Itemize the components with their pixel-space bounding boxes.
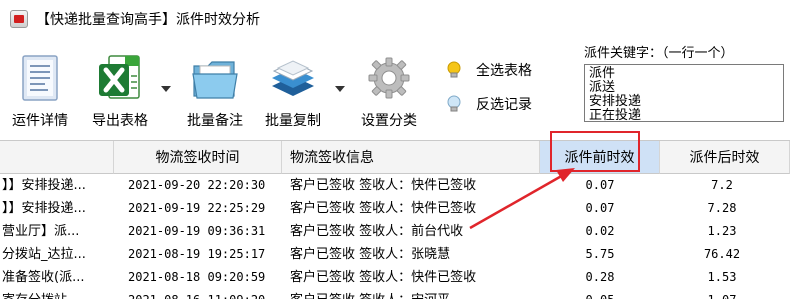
table-row[interactable]: 寄存分拨站... 2021-08-16 11:09:20 客户已签收 签收人：宋…: [0, 289, 790, 299]
cell-address: 准备签收(派...: [2, 270, 85, 285]
keyword-line: 安排投递: [589, 94, 642, 109]
batch-remark-button[interactable]: 批量备注: [180, 46, 250, 132]
batch-remark-label: 批量备注: [187, 113, 243, 129]
cell-sign-info: 客户已签收 签收人：快件已签收: [290, 201, 477, 216]
cell-post-delivery: 7.2: [711, 178, 733, 192]
table-row[interactable]: 准备签收(派... 2021-08-18 09:20:59 客户已签收 签收人：…: [0, 266, 790, 289]
lightbulb-off-icon: [447, 95, 461, 112]
cell-pre-delivery: 0.07: [585, 201, 615, 215]
folder-icon: [192, 61, 238, 99]
cell-pre-delivery: 5.75: [585, 247, 615, 261]
cell-sign-time: 2021-09-19 09:36:31: [128, 224, 266, 238]
cell-sign-info: 客户已签收 签收人：快件已签收: [290, 270, 477, 285]
set-category-button[interactable]: 设置分类: [354, 46, 424, 132]
app-icon: [10, 10, 28, 28]
set-category-label: 设置分类: [361, 113, 417, 129]
cell-post-delivery: 1.53: [707, 270, 737, 284]
cell-sign-time: 2021-09-20 22:20:30: [128, 178, 266, 192]
cell-address: 】】安排投递...: [2, 178, 86, 193]
column-header-post-delivery[interactable]: 派件后时效: [660, 141, 790, 174]
table-row[interactable]: 】】安排投递... 2021-09-19 22:25:29 客户已签收 签收人：…: [0, 197, 790, 220]
cell-post-delivery: 1.07: [660, 289, 784, 299]
copy-dropdown-caret[interactable]: [335, 86, 345, 92]
window-title: 【快递批量查询高手】派件时效分析: [36, 12, 260, 28]
keyword-textarea[interactable]: 派件 派送 安排投递 正在投递: [584, 64, 784, 122]
invert-select-button[interactable]: 反选记录: [446, 92, 532, 116]
cell-pre-delivery: 0.28: [585, 270, 615, 284]
cell-address: 】】安排投递...: [2, 201, 86, 216]
title-bar: 【快递批量查询高手】派件时效分析: [0, 0, 790, 36]
table-row[interactable]: 分拨站_达拉... 2021-08-19 19:25:17 客户已签收 签收人：…: [0, 243, 790, 266]
cell-sign-info: 客户已签收 签收人：快件已签收: [290, 178, 477, 193]
cell-sign-time: 2021-09-19 22:25:29: [128, 201, 266, 215]
results-table: 物流签收时间 物流签收信息 派件前时效 派件后时效 】】安排投递... 2021…: [0, 140, 790, 299]
cell-post-delivery: 1.23: [707, 224, 737, 238]
cell-sign-info: 客户已签收 签收人：宋河平: [290, 289, 540, 299]
cell-address: 分拨站_达拉...: [2, 247, 86, 262]
highlight-box: [550, 131, 640, 172]
invert-select-label: 反选记录: [476, 97, 532, 113]
column-header-sign-time[interactable]: 物流签收时间: [114, 141, 282, 174]
cell-post-delivery: 7.28: [707, 201, 737, 215]
cell-sign-time: 2021-08-19 19:25:17: [128, 247, 266, 261]
table-row[interactable]: 】】安排投递... 2021-09-20 22:20:30 客户已签收 签收人：…: [0, 174, 790, 197]
excel-icon: [99, 55, 140, 99]
cell-address: 寄存分拨站...: [0, 289, 114, 299]
cell-pre-delivery: 0.05: [540, 289, 660, 299]
cell-sign-time: 2021-08-16 11:09:20: [128, 289, 288, 299]
cell-pre-delivery: 0.07: [585, 178, 615, 192]
document-icon: [22, 55, 58, 101]
cell-sign-time: 2021-08-18 09:20:59: [128, 270, 266, 284]
export-table-button[interactable]: 导出表格: [84, 46, 156, 132]
select-all-button[interactable]: 全选表格: [446, 58, 532, 82]
cell-sign-info: 客户已签收 签收人：前台代收: [290, 224, 464, 239]
gear-icon: [368, 57, 410, 99]
batch-copy-button[interactable]: 批量复制: [257, 46, 329, 132]
export-table-label: 导出表格: [92, 113, 148, 129]
cell-address: 营业厅】派...: [2, 224, 80, 239]
cell-post-delivery: 76.42: [703, 247, 741, 261]
keyword-label: 派件关键字：（一行一个）: [584, 46, 734, 61]
cell-pre-delivery: 0.02: [585, 224, 615, 238]
shipment-details-label: 运件详情: [12, 113, 68, 129]
select-all-label: 全选表格: [476, 63, 532, 79]
column-header-address[interactable]: [0, 141, 114, 174]
shipment-details-button[interactable]: 运件详情: [6, 46, 74, 132]
lightbulb-on-icon: [447, 61, 461, 78]
cell-sign-info: 客户已签收 签收人：张晓慧: [290, 247, 451, 262]
keyword-line: 派件: [589, 66, 616, 81]
column-header-sign-info[interactable]: 物流签收信息: [282, 141, 540, 174]
table-row[interactable]: 营业厅】派... 2021-09-19 09:36:31 客户已签收 签收人：前…: [0, 220, 790, 243]
batch-copy-label: 批量复制: [265, 113, 321, 129]
keyword-line: 正在投递: [589, 108, 642, 122]
export-dropdown-caret[interactable]: [161, 86, 171, 92]
keyword-line: 派送: [589, 80, 616, 95]
copy-stack-icon: [272, 60, 314, 96]
